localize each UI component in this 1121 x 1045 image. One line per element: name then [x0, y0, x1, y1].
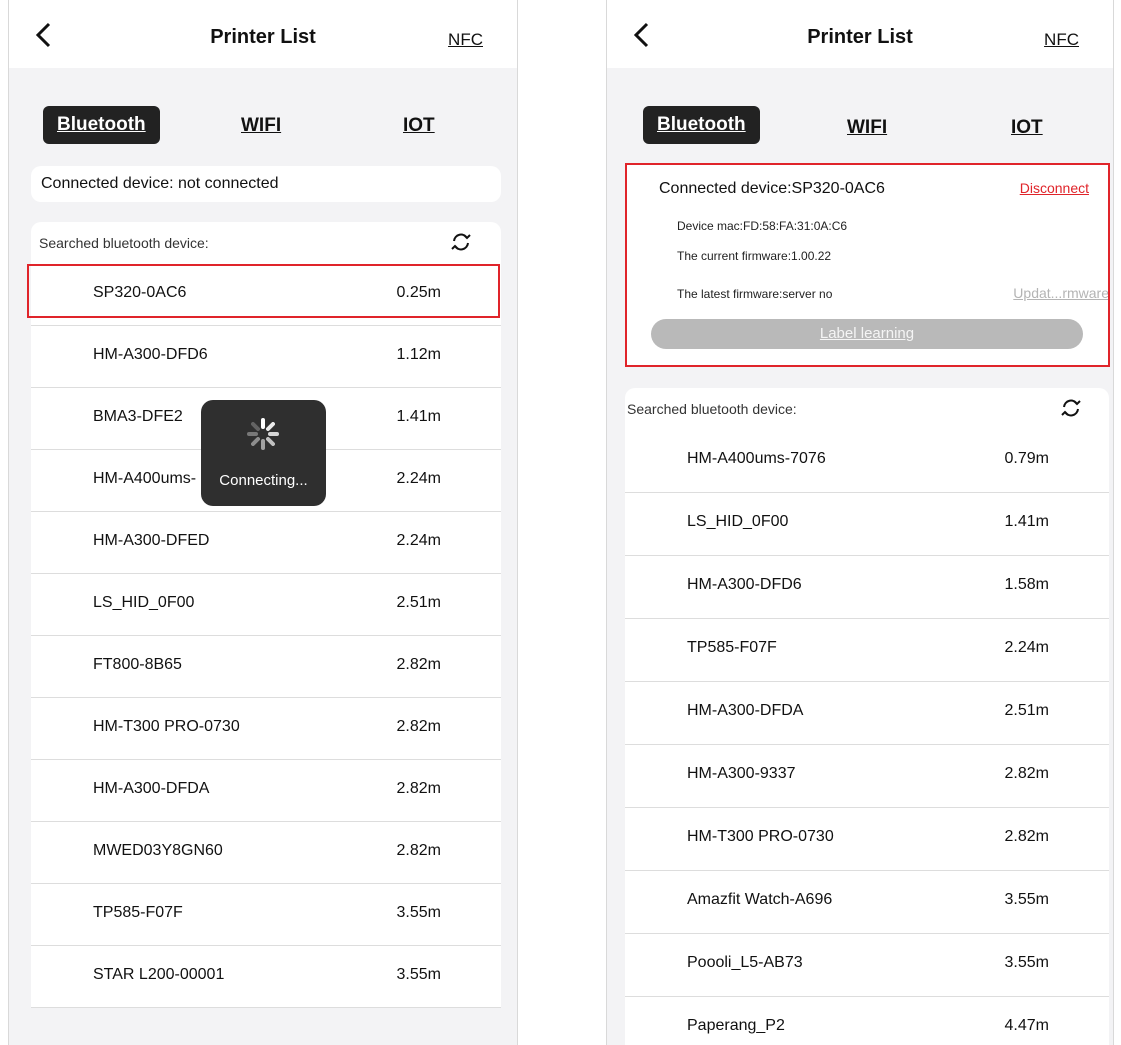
right-screen: Printer List NFC Bluetooth WIFI IOT Conn… [606, 0, 1114, 1045]
device-distance: 2.82m [396, 656, 441, 673]
loading-spinner-icon [247, 418, 279, 450]
device-row[interactable]: HM-A300-DFED 2.24m [31, 512, 501, 574]
tab-iot[interactable]: IOT [1011, 117, 1043, 139]
device-row[interactable]: Paperang_P2 4.47m [625, 997, 1109, 1045]
device-name: Amazfit Watch-A696 [687, 891, 833, 908]
device-list: SP320-0AC6 0.25m HM-A300-DFD6 1.12m BMA3-DFE… [31, 258, 501, 1028]
nfc-link[interactable]: NFC [448, 30, 483, 50]
tab-bluetooth[interactable]: Bluetooth [643, 106, 760, 144]
device-row[interactable]: HM-A300-DFDA 2.51m [625, 682, 1109, 745]
device-row[interactable]: STAR L200-00001 3.55m [31, 946, 501, 1008]
device-distance: 1.41m [1004, 513, 1049, 530]
device-distance: 3.55m [396, 966, 441, 983]
device-row[interactable]: HM-T300 PRO-0730 2.82m [31, 698, 501, 760]
connection-status-card: Connected device: not connected [31, 166, 501, 202]
page-title: Printer List [210, 26, 316, 48]
device-distance: 2.24m [1004, 639, 1049, 656]
device-row[interactable]: LS_HID_0F00 2.51m [31, 574, 501, 636]
device-distance: 3.55m [1004, 954, 1049, 971]
device-name: HM-A400ums- [93, 470, 197, 487]
left-screen: Printer List NFC Bluetooth WIFI IOT Conn… [8, 0, 518, 1045]
device-distance: 3.55m [396, 904, 441, 921]
device-name: TP585-F07F [687, 639, 777, 656]
page-title: Printer List [807, 26, 913, 48]
device-row[interactable]: TP585-F07F 3.55m [31, 884, 501, 946]
device-row[interactable]: HM-A300-DFDA 2.82m [31, 760, 501, 822]
device-row[interactable]: HM-A300-DFD6 1.58m [625, 556, 1109, 619]
tab-iot[interactable]: IOT [403, 115, 435, 137]
device-distance: 2.82m [396, 780, 441, 797]
device-name: HM-A300-9337 [687, 765, 796, 782]
device-name: HM-A300-DFED [93, 532, 210, 549]
device-distance: 2.51m [396, 594, 441, 611]
device-distance: 2.82m [1004, 828, 1049, 845]
device-name: HM-A300-DFD6 [93, 346, 208, 363]
device-name: LS_HID_0F00 [687, 513, 789, 530]
device-row[interactable]: Poooli_L5-AB73 3.55m [625, 934, 1109, 997]
device-name: HM-A300-DFDA [687, 702, 804, 719]
device-distance: 0.79m [1004, 450, 1049, 467]
device-row[interactable]: Amazfit Watch-A696 3.55m [625, 871, 1109, 934]
device-name: HM-T300 PRO-0730 [93, 718, 240, 735]
connected-device-highlight [625, 163, 1110, 367]
device-row[interactable]: HM-T300 PRO-0730 2.82m [625, 808, 1109, 871]
device-row[interactable]: HM-A400ums-7076 0.79m [625, 430, 1109, 493]
device-distance: 1.12m [396, 346, 441, 363]
device-name: MWED03Y8GN60 [93, 842, 223, 859]
tab-wifi[interactable]: WIFI [241, 115, 281, 137]
nfc-link[interactable]: NFC [1044, 30, 1079, 50]
selected-device-highlight [27, 264, 500, 318]
device-distance: 2.24m [396, 470, 441, 487]
searched-devices-label: Searched bluetooth device: [39, 235, 209, 251]
device-distance: 2.24m [396, 532, 441, 549]
connecting-text: Connecting... [219, 472, 308, 489]
searched-devices-label: Searched bluetooth device: [627, 401, 797, 417]
device-name: Paperang_P2 [687, 1017, 785, 1034]
device-row[interactable]: FT800-8B65 2.82m [31, 636, 501, 698]
device-name: FT800-8B65 [93, 656, 182, 673]
device-row[interactable]: MWED03Y8GN60 2.82m [31, 822, 501, 884]
device-name: HM-A300-DFD6 [687, 576, 802, 593]
device-distance: 2.82m [396, 718, 441, 735]
device-distance: 1.41m [396, 408, 441, 425]
device-name: BMA3-DFE2 [93, 408, 183, 425]
device-distance: 2.51m [1004, 702, 1049, 719]
device-distance: 2.82m [1004, 765, 1049, 782]
tab-wifi[interactable]: WIFI [847, 117, 887, 139]
top-bar: Printer List NFC [607, 0, 1113, 68]
search-header: Searched bluetooth device: [625, 388, 1109, 432]
device-distance: 1.58m [1004, 576, 1049, 593]
device-name: TP585-F07F [93, 904, 183, 921]
connected-device-status: Connected device: not connected [41, 175, 279, 192]
device-distance: 2.82m [396, 842, 441, 859]
device-name: LS_HID_0F00 [93, 594, 195, 611]
refresh-icon[interactable] [1059, 396, 1083, 420]
device-list: HM-A400ums-7076 0.79m LS_HID_0F00 1.41m HM-A… [625, 430, 1109, 1045]
device-distance: 4.47m [1004, 1017, 1049, 1034]
device-name: STAR L200-00001 [93, 966, 225, 983]
refresh-icon[interactable] [449, 230, 473, 254]
device-row[interactable]: HM-A300-DFD6 1.12m [31, 326, 501, 388]
device-row[interactable]: HM-A300-9337 2.82m [625, 745, 1109, 808]
device-name: HM-A300-DFDA [93, 780, 210, 797]
connecting-overlay: Connecting... [201, 400, 326, 506]
device-row[interactable]: LS_HID_0F00 1.41m [625, 493, 1109, 556]
device-name: HM-T300 PRO-0730 [687, 828, 834, 845]
device-distance: 3.55m [1004, 891, 1049, 908]
device-name: Poooli_L5-AB73 [687, 954, 803, 971]
tab-bluetooth[interactable]: Bluetooth [43, 106, 160, 144]
device-name: HM-A400ums-7076 [687, 450, 826, 467]
top-bar: Printer List NFC [9, 0, 517, 68]
device-row[interactable]: TP585-F07F 2.24m [625, 619, 1109, 682]
